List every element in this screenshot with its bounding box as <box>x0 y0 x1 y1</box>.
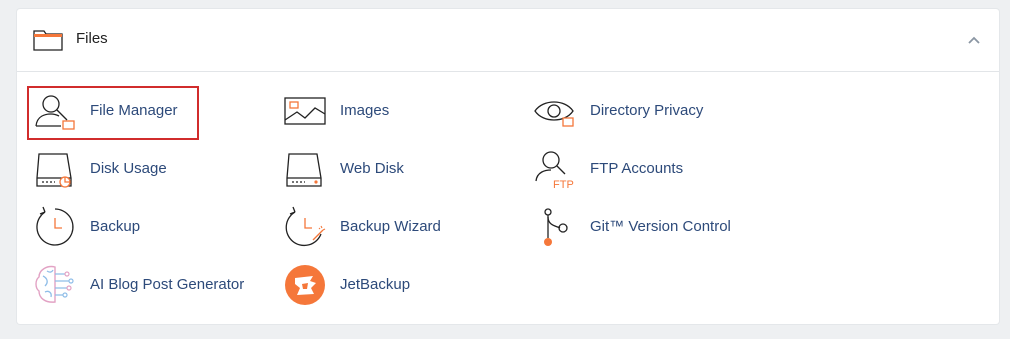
ai-brain-icon <box>35 265 74 303</box>
git-version-control-link[interactable]: Git™ Version Control <box>533 202 783 252</box>
jetbackup-link[interactable]: JetBackup <box>283 260 533 310</box>
disk-usage-link[interactable]: Disk Usage <box>33 144 283 194</box>
item-label: Git™ Version Control <box>590 218 731 235</box>
web-disk-link[interactable]: Web Disk <box>283 144 533 194</box>
jetbackup-icon <box>285 265 325 305</box>
disk-usage-icon <box>36 153 72 188</box>
item-label: Backup Wizard <box>340 218 441 235</box>
item-label: AI Blog Post Generator <box>90 276 245 293</box>
ftp-accounts-link[interactable]: FTP FTP Accounts <box>533 144 783 194</box>
folder-icon <box>33 30 63 51</box>
ai-blog-post-generator-link[interactable]: AI Blog Post Generator <box>33 260 283 310</box>
directory-privacy-icon <box>534 101 574 127</box>
ftp-badge: FTP <box>553 179 574 190</box>
section-title: Files <box>76 30 108 47</box>
directory-privacy-link[interactable]: Directory Privacy <box>533 86 783 136</box>
backup-icon <box>36 206 74 246</box>
images-icon <box>284 97 326 125</box>
ftp-accounts-icon: FTP <box>535 151 574 190</box>
files-panel: Files File Manager Images Directory Priv <box>17 9 999 324</box>
item-label: FTP Accounts <box>590 160 684 177</box>
item-label: Backup <box>90 218 141 235</box>
panel-header[interactable]: Files <box>17 9 999 72</box>
git-icon <box>544 208 568 246</box>
web-disk-icon <box>286 153 322 187</box>
images-link[interactable]: Images <box>283 86 533 136</box>
item-label: Web Disk <box>340 160 404 177</box>
item-label: Disk Usage <box>90 160 167 177</box>
item-label: JetBackup <box>340 276 411 293</box>
selection-highlight <box>27 86 199 140</box>
item-label: Images <box>340 102 390 119</box>
backup-link[interactable]: Backup <box>33 202 283 252</box>
backup-wizard-link[interactable]: Backup Wizard <box>283 202 533 252</box>
backup-wizard-icon <box>285 206 326 247</box>
chevron-up-icon[interactable] <box>962 29 986 51</box>
item-label: Directory Privacy <box>590 102 704 119</box>
